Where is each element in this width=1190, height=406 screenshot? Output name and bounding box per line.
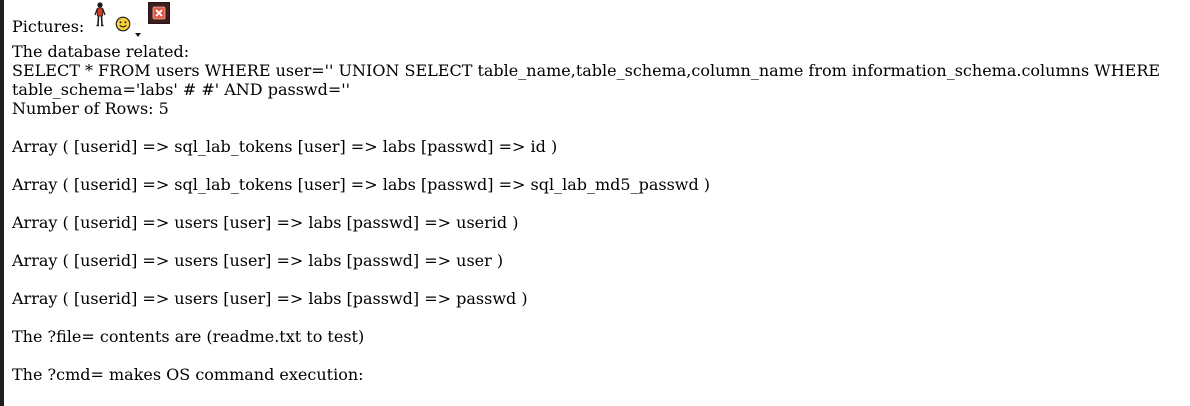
stick-figure-icon	[94, 2, 106, 28]
broken-image-icon	[148, 2, 170, 24]
page-content: Pictures: The database related: SELECT *…	[12, 2, 1178, 384]
database-related-label: The database related:	[12, 42, 190, 61]
file-parameter-note: The ?file= contents are (readme.txt to t…	[12, 327, 365, 346]
sql-query-text: SELECT * FROM users WHERE user='' UNION …	[12, 61, 1161, 99]
smiley-icon	[115, 12, 131, 32]
result-row: Array ( [userid] => users [user] => labs…	[12, 251, 504, 270]
pictures-row: Pictures:	[12, 2, 1178, 42]
result-row: Array ( [userid] => users [user] => labs…	[12, 289, 528, 308]
result-row: Array ( [userid] => sql_lab_tokens [user…	[12, 175, 711, 194]
cmd-parameter-note: The ?cmd= makes OS command execution:	[12, 365, 364, 384]
row-count-text: Number of Rows: 5	[12, 99, 169, 118]
result-row: Array ( [userid] => sql_lab_tokens [user…	[12, 137, 558, 156]
result-row: Array ( [userid] => users [user] => labs…	[12, 213, 519, 232]
dropdown-caret-icon[interactable]	[135, 17, 141, 37]
window-left-border	[0, 0, 4, 406]
pictures-label: Pictures:	[12, 17, 85, 36]
